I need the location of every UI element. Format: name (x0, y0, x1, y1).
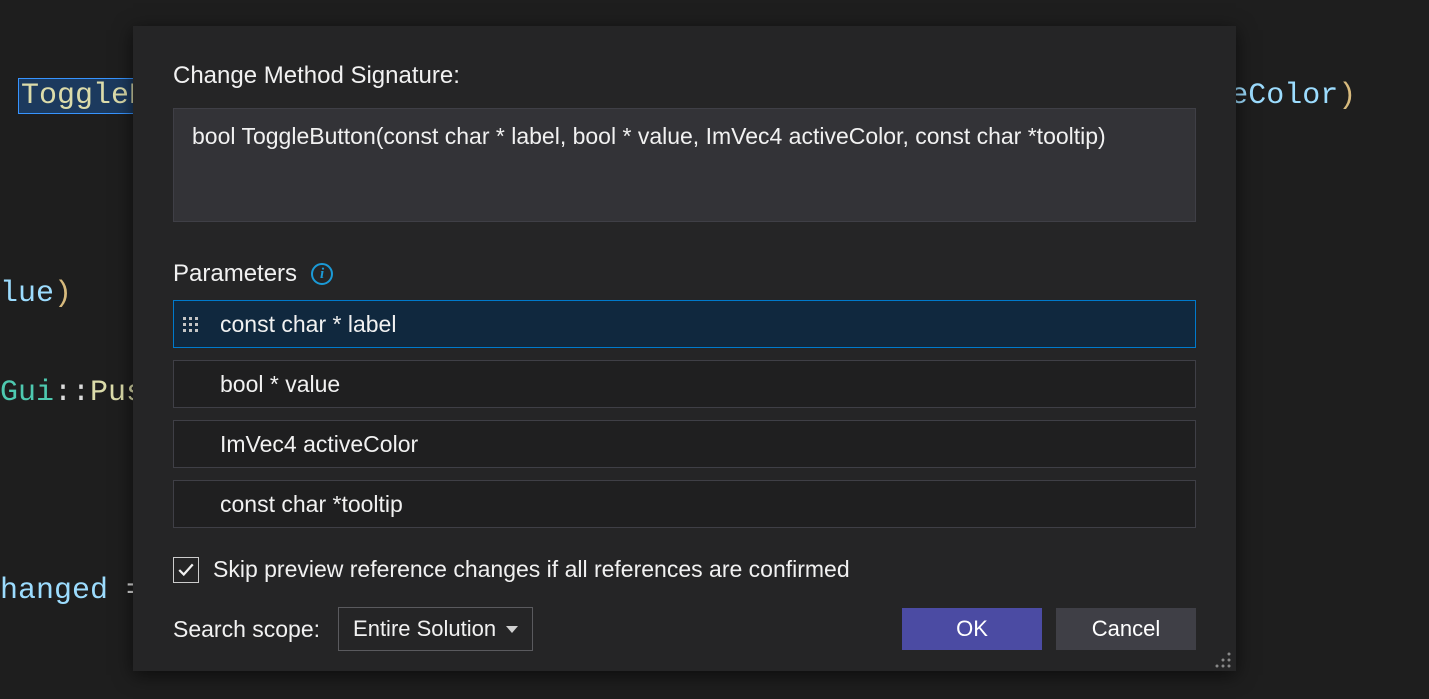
parameter-text: const char *tooltip (206, 481, 1195, 527)
parameter-row[interactable]: const char *tooltip (173, 480, 1196, 528)
search-scope-dropdown[interactable]: Entire Solution (338, 607, 533, 651)
parameter-row[interactable]: const char * label (173, 300, 1196, 348)
info-icon[interactable]: i (311, 263, 333, 285)
parameter-list: const char * label bool * value ImVec4 a… (173, 300, 1196, 528)
resize-grip-icon[interactable] (1214, 651, 1232, 669)
change-signature-dialog: Change Method Signature: bool ToggleButt… (133, 26, 1236, 671)
parameters-label: Parameters (173, 260, 297, 288)
code-token: Gui (0, 376, 54, 410)
chevron-down-icon (506, 626, 518, 633)
skip-preview-label: Skip preview reference changes if all re… (213, 556, 850, 583)
parameter-text: const char * label (206, 301, 1195, 347)
code-token: lue (0, 277, 54, 311)
search-scope-label: Search scope: (173, 616, 320, 643)
parameter-row[interactable]: ImVec4 activeColor (173, 420, 1196, 468)
cancel-button[interactable]: Cancel (1056, 608, 1196, 650)
parameter-text: ImVec4 activeColor (206, 421, 1195, 467)
signature-preview: bool ToggleButton(const char * label, bo… (173, 108, 1196, 222)
dialog-title: Change Method Signature: (173, 62, 1196, 90)
drag-handle-icon[interactable] (174, 301, 206, 347)
skip-preview-checkbox[interactable] (173, 557, 199, 583)
code-token: hanged (0, 574, 108, 608)
parameter-text: bool * value (206, 361, 1195, 407)
ok-button[interactable]: OK (902, 608, 1042, 650)
selected-method-name: ToggleB (18, 78, 150, 114)
search-scope-value: Entire Solution (353, 616, 496, 642)
checkmark-icon (177, 561, 195, 579)
parameter-row[interactable]: bool * value (173, 360, 1196, 408)
